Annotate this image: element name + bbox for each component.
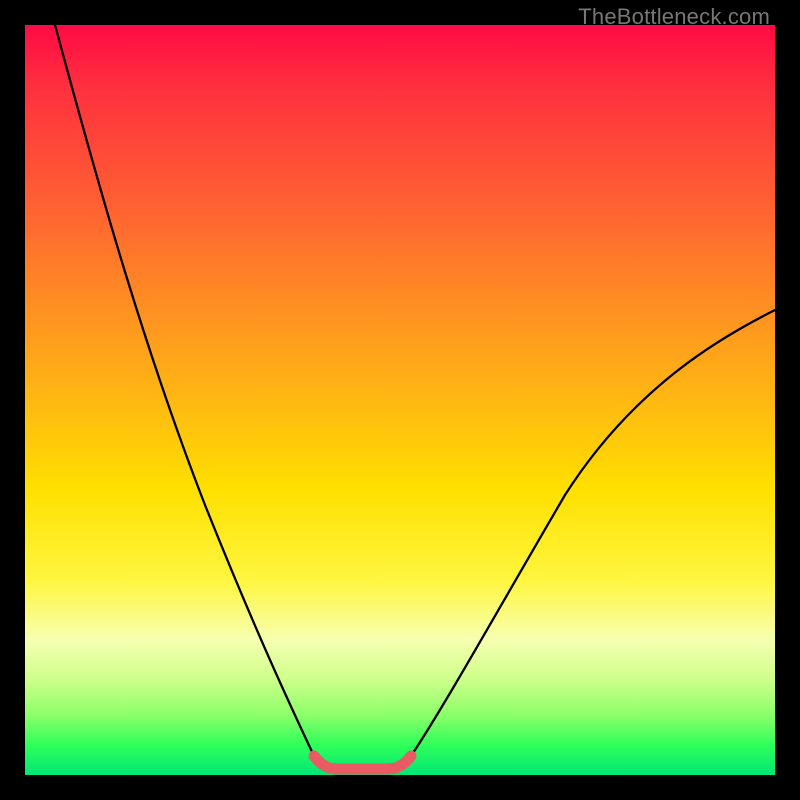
right-branch-curve [411, 310, 775, 756]
curve-layer [25, 25, 775, 775]
valley-floor-curve [314, 756, 411, 769]
outer-frame: TheBottleneck.com [0, 0, 800, 800]
left-branch-curve [55, 25, 314, 756]
watermark-text: TheBottleneck.com [578, 4, 770, 30]
